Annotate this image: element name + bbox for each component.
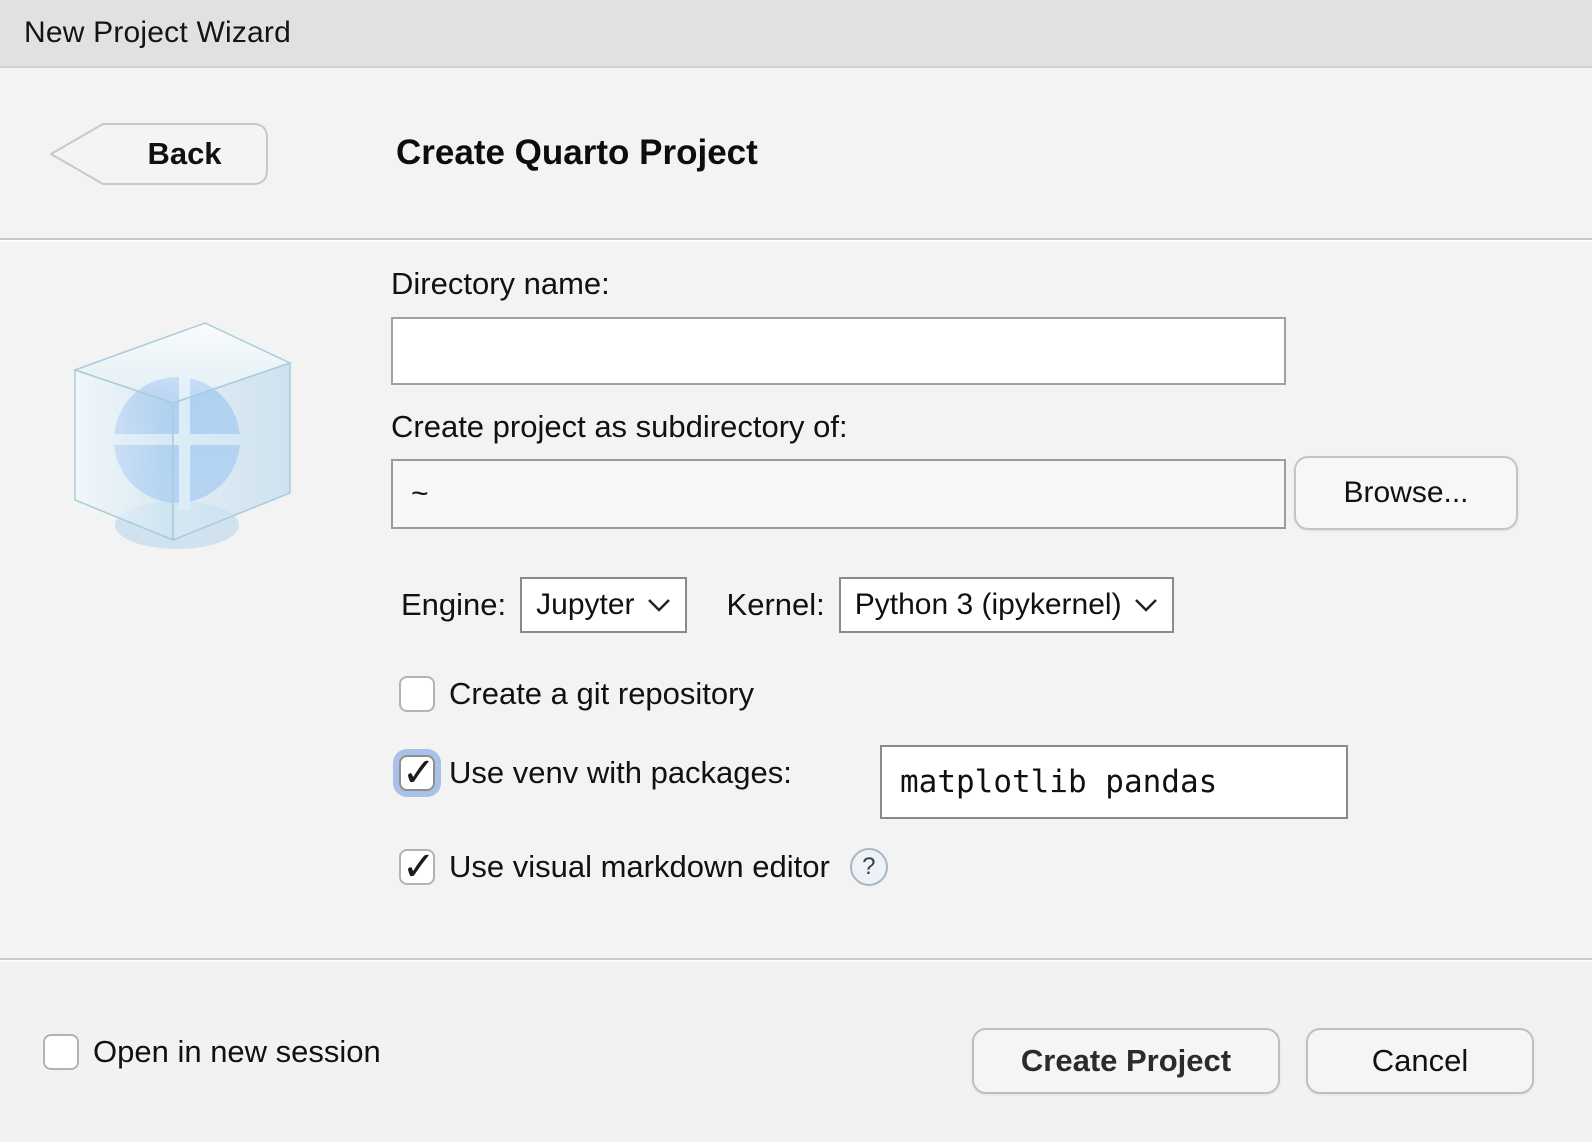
engine-dropdown[interactable]: Jupyter: [520, 577, 686, 633]
git-repository-row: ✓ Create a git repository: [399, 672, 754, 716]
visual-editor-label: Use visual markdown editor: [449, 849, 830, 885]
subdirectory-label: Create project as subdirectory of:: [391, 409, 848, 445]
kernel-dropdown[interactable]: Python 3 (ipykernel): [839, 577, 1174, 633]
browse-button[interactable]: Browse...: [1294, 456, 1518, 530]
kernel-label: Kernel:: [727, 587, 825, 623]
cancel-button[interactable]: Cancel: [1306, 1028, 1534, 1094]
engine-value: Jupyter: [536, 588, 634, 622]
help-icon[interactable]: ?: [850, 848, 888, 886]
checkmark-icon: ✓: [402, 750, 436, 796]
quarto-logo-icon: [55, 315, 300, 565]
window-titlebar: New Project Wizard: [0, 0, 1592, 68]
venv-checkbox[interactable]: ✓: [399, 755, 435, 791]
chevron-down-icon: [1122, 597, 1158, 613]
window-title: New Project Wizard: [0, 16, 291, 50]
venv-label: Use venv with packages:: [449, 755, 792, 791]
git-repository-checkbox[interactable]: ✓: [399, 676, 435, 712]
create-project-button[interactable]: Create Project: [972, 1028, 1280, 1094]
directory-name-label: Directory name:: [391, 266, 610, 302]
chevron-down-icon: [635, 597, 671, 613]
page-title: Create Quarto Project: [396, 68, 758, 238]
visual-editor-checkbox[interactable]: ✓: [399, 849, 435, 885]
open-new-session-checkbox[interactable]: ✓: [43, 1034, 79, 1070]
back-button-label: Back: [103, 121, 266, 187]
new-project-wizard-dialog: New Project Wizard Back Create Quarto Pr…: [0, 0, 1592, 1142]
subdirectory-input[interactable]: [391, 459, 1286, 529]
kernel-value: Python 3 (ipykernel): [855, 588, 1122, 622]
engine-kernel-row: Engine: Jupyter Kernel: Python 3 (ipyker…: [401, 574, 1174, 636]
venv-row: ✓ Use venv with packages:: [399, 751, 792, 795]
directory-name-input[interactable]: [391, 317, 1286, 385]
back-button[interactable]: Back: [47, 121, 272, 187]
open-new-session-label: Open in new session: [93, 1034, 381, 1070]
checkmark-icon: ✓: [402, 844, 436, 890]
wizard-header: Back Create Quarto Project: [0, 68, 1592, 240]
engine-label: Engine:: [401, 587, 506, 623]
open-new-session-row: ✓ Open in new session: [43, 1030, 381, 1074]
visual-editor-row: ✓ Use visual markdown editor ?: [399, 845, 888, 889]
venv-packages-input[interactable]: [880, 745, 1348, 819]
git-repository-label: Create a git repository: [449, 676, 754, 712]
